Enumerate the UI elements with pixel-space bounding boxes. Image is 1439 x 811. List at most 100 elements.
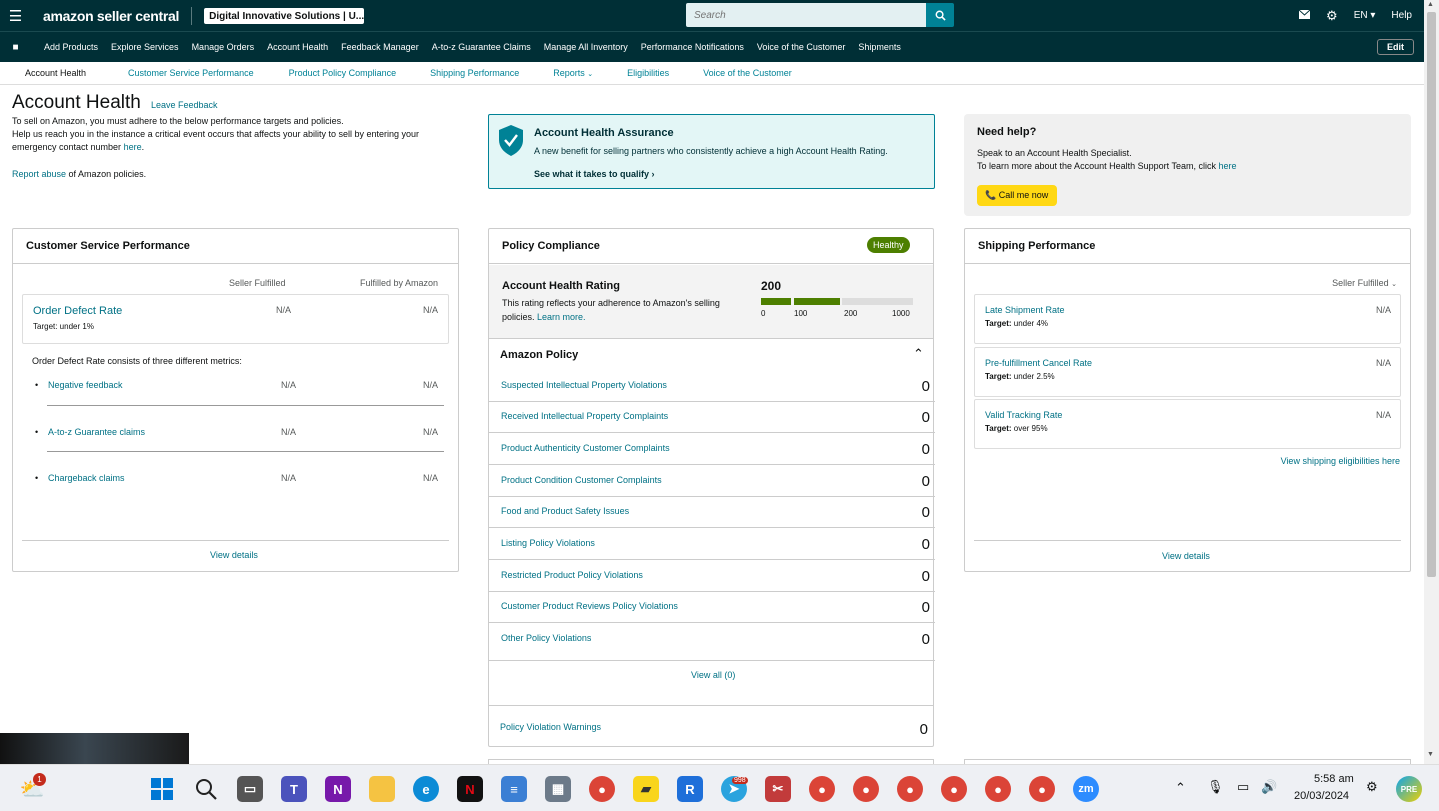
negative-feedback-link[interactable]: Negative feedback xyxy=(48,380,123,390)
gear-icon[interactable]: ⚙ xyxy=(1326,8,1338,24)
clock-date[interactable]: 20/03/2024 xyxy=(1294,790,1349,802)
language-selector[interactable]: EN ▾ xyxy=(1354,10,1376,21)
nav-item-shipments[interactable]: Shipments xyxy=(858,42,901,52)
emergency-contact-link[interactable]: here xyxy=(124,142,142,152)
tab-reports[interactable]: Reports ⌄ xyxy=(553,68,593,78)
bookmark-icon[interactable]: ■ xyxy=(0,42,31,53)
help-link[interactable]: Help xyxy=(1391,10,1412,21)
tab-eligibilities[interactable]: Eligibilities xyxy=(627,68,669,78)
teams-icon[interactable]: T xyxy=(281,776,307,802)
csp-view-details-link[interactable]: View details xyxy=(210,550,258,560)
call-me-now-label: Call me now xyxy=(998,190,1049,200)
chrome-profile-icon[interactable]: ● xyxy=(985,776,1011,802)
policy-row-link[interactable]: Customer Product Reviews Policy Violatio… xyxy=(501,601,678,611)
policy-row-link[interactable]: Food and Product Safety Issues xyxy=(501,506,629,516)
tab-customer-service-performance[interactable]: Customer Service Performance xyxy=(128,68,254,78)
search-icon[interactable] xyxy=(193,776,219,802)
search-icon[interactable] xyxy=(926,3,954,27)
rc-app-icon[interactable]: R xyxy=(677,776,703,802)
shipping-eligibilities-link[interactable]: View shipping eligibilities here xyxy=(1281,456,1400,466)
scroll-up-arrow-icon[interactable]: ▲ xyxy=(1427,1,1434,8)
chevron-down-icon: ⌄ xyxy=(587,71,594,78)
metric-link[interactable]: Pre-fulfillment Cancel Rate xyxy=(985,358,1092,368)
policy-row-link[interactable]: Received Intellectual Property Complaint… xyxy=(501,411,668,421)
snipping-tool-icon[interactable]: ✂ xyxy=(765,776,791,802)
zoom-icon[interactable]: zm xyxy=(1073,776,1099,802)
mail-icon[interactable] xyxy=(1298,9,1311,22)
tab-account-health[interactable]: Account Health xyxy=(25,68,86,78)
policy-violation-warnings-link[interactable]: Policy Violation Warnings xyxy=(500,722,601,732)
brand-logo[interactable]: amazon seller central xyxy=(43,8,179,24)
leave-feedback-link[interactable]: Leave Feedback xyxy=(151,100,218,110)
metric-link[interactable]: Late Shipment Rate xyxy=(985,305,1065,315)
valid-tracking-rate-box: Valid Tracking Rate Target: over 95% N/A xyxy=(974,399,1401,449)
a-to-z-claims-link[interactable]: A-to-z Guarantee claims xyxy=(48,427,145,437)
volume-icon[interactable]: 🔊 xyxy=(1261,779,1277,795)
learn-more-link[interactable]: Learn more. xyxy=(537,312,586,322)
onenote-icon[interactable]: N xyxy=(325,776,351,802)
tab-product-policy-compliance[interactable]: Product Policy Compliance xyxy=(289,68,397,78)
rating-bar-segment-1 xyxy=(761,298,791,305)
view-all-link[interactable]: View all (0) xyxy=(691,670,735,680)
help-here-link[interactable]: here xyxy=(1218,161,1236,171)
netflix-icon[interactable]: N xyxy=(457,776,483,802)
metric-link[interactable]: Valid Tracking Rate xyxy=(985,410,1062,420)
qualify-link[interactable]: See what it takes to qualify › xyxy=(534,169,655,179)
nav-item-account-health[interactable]: Account Health xyxy=(267,42,328,52)
policy-row-link[interactable]: Product Condition Customer Complaints xyxy=(501,475,662,485)
tab-voice-of-customer[interactable]: Voice of the Customer xyxy=(703,68,792,78)
chargeback-claims-link[interactable]: Chargeback claims xyxy=(48,473,125,483)
nav-item-performance-notifications[interactable]: Performance Notifications xyxy=(641,42,744,52)
scroll-down-arrow-icon[interactable]: ▼ xyxy=(1427,751,1434,758)
tab-shipping-performance[interactable]: Shipping Performance xyxy=(430,68,519,78)
chrome-profile-icon[interactable]: ● xyxy=(897,776,923,802)
call-me-now-button[interactable]: 📞 Call me now xyxy=(977,185,1057,206)
search-input[interactable] xyxy=(686,3,926,27)
nav-item-manage-orders[interactable]: Manage Orders xyxy=(192,42,255,52)
chevron-up-icon[interactable]: ⌃ xyxy=(913,346,924,362)
policy-row-value: 0 xyxy=(921,473,930,490)
report-abuse-link[interactable]: Report abuse xyxy=(12,169,66,179)
nav-item-feedback-manager[interactable]: Feedback Manager xyxy=(341,42,419,52)
policy-row-link[interactable]: Other Policy Violations xyxy=(501,633,591,643)
edit-nav-button[interactable]: Edit xyxy=(1377,39,1414,55)
policy-row-link[interactable]: Restricted Product Policy Violations xyxy=(501,570,643,580)
scrollbar-thumb[interactable] xyxy=(1427,12,1436,577)
vertical-scrollbar[interactable]: ▲ ▼ xyxy=(1424,0,1439,764)
policy-row-link[interactable]: Suspected Intellectual Property Violatio… xyxy=(501,380,667,390)
policy-row-link[interactable]: Listing Policy Violations xyxy=(501,538,595,548)
nav-item-voice-of-customer[interactable]: Voice of the Customer xyxy=(757,42,846,52)
windows-start-icon[interactable] xyxy=(149,776,175,802)
chrome-profile-icon[interactable]: ● xyxy=(809,776,835,802)
account-switcher[interactable]: Digital Innovative Solutions | U... xyxy=(204,7,365,24)
chrome-icon[interactable]: ● xyxy=(589,776,615,802)
network-icon[interactable]: ▭ xyxy=(1237,779,1249,795)
notepad-icon[interactable]: ≡ xyxy=(501,776,527,802)
chrome-profile-icon[interactable]: ● xyxy=(853,776,879,802)
notification-icon[interactable]: ⚙ xyxy=(1366,779,1378,795)
menu-icon[interactable]: ☰ xyxy=(0,0,31,31)
video-thumbnail-overlay[interactable] xyxy=(0,733,189,764)
edge-icon[interactable]: e xyxy=(413,776,439,802)
nav-item-explore-services[interactable]: Explore Services xyxy=(111,42,179,52)
nav-item-add-products[interactable]: Add Products xyxy=(44,42,98,52)
clock-time[interactable]: 5:58 am xyxy=(1314,773,1354,785)
task-view-icon[interactable]: ▭ xyxy=(237,776,263,802)
file-explorer-icon[interactable] xyxy=(369,776,395,802)
fulfillment-filter-dropdown[interactable]: Seller Fulfilled ⌄ xyxy=(1332,278,1397,288)
nav-item-a-to-z-claims[interactable]: A-to-z Guarantee Claims xyxy=(432,42,531,52)
chrome-profile-icon[interactable]: ● xyxy=(1029,776,1055,802)
chevron-up-icon[interactable]: ⌃ xyxy=(1175,780,1186,796)
policy-row-link[interactable]: Product Authenticity Customer Complaints xyxy=(501,443,670,453)
tab-reports-label: Reports xyxy=(553,68,585,78)
chrome-profile-icon[interactable]: ● xyxy=(941,776,967,802)
sp-view-details-link[interactable]: View details xyxy=(1162,551,1210,561)
order-defect-rate-link[interactable]: Order Defect Rate xyxy=(33,305,122,317)
policy-compliance-card: Policy Compliance Healthy Account Health… xyxy=(488,228,935,747)
nav-item-manage-inventory[interactable]: Manage All Inventory xyxy=(544,42,628,52)
sticky-notes-icon[interactable]: ▰ xyxy=(633,776,659,802)
microphone-icon[interactable]: 🎙 xyxy=(1207,779,1224,795)
phone-icon: 📞 xyxy=(985,190,997,200)
copilot-icon[interactable]: PRE xyxy=(1396,776,1422,802)
calculator-icon[interactable]: ▦ xyxy=(545,776,571,802)
